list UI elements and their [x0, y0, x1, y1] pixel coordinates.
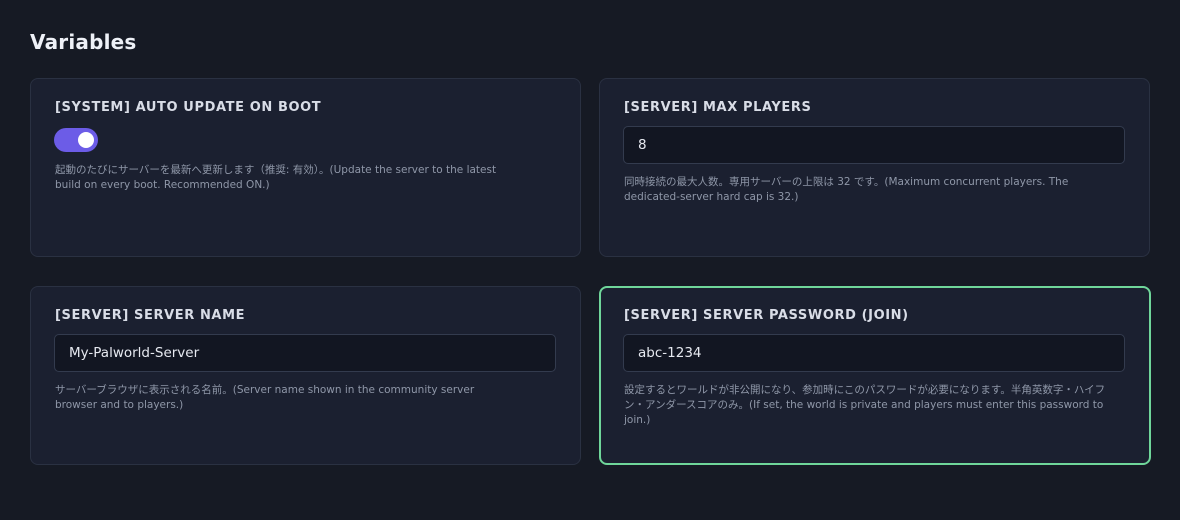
variable-label: [SERVER] SERVER NAME [55, 308, 246, 323]
server-password-input[interactable]: abc-1234 [623, 334, 1125, 372]
variable-card-max-players: [SERVER] MAX PLAYERS 8 同時接続の最大人数。専用サーバーの… [599, 78, 1150, 257]
variable-label: [SERVER] MAX PLAYERS [624, 100, 812, 115]
variable-description: 同時接続の最大人数。専用サーバーの上限は 32 です。(Maximum conc… [624, 176, 1069, 203]
server-name-input[interactable]: My-Palworld-Server [54, 334, 556, 372]
variable-card-server-password: [SERVER] SERVER PASSWORD (JOIN) abc-1234… [599, 286, 1151, 465]
variable-label: [SERVER] SERVER PASSWORD (JOIN) [624, 308, 909, 323]
variable-description: サーバーブラウザに表示される名前。(Server name shown in t… [55, 384, 475, 411]
auto-update-toggle[interactable] [54, 128, 98, 152]
max-players-input[interactable]: 8 [623, 126, 1125, 164]
toggle-knob [78, 132, 94, 148]
variable-description: 設定するとワールドが非公開になり、参加時にこのパスワードが必要になります。半角英… [624, 384, 1106, 426]
variable-card-server-name: [SERVER] SERVER NAME My-Palworld-Server … [30, 286, 581, 465]
variable-label: [SYSTEM] AUTO UPDATE ON BOOT [55, 100, 322, 115]
variable-card-auto-update: [SYSTEM] AUTO UPDATE ON BOOT 起動のたびにサーバーを… [30, 78, 581, 257]
variable-description: 起動のたびにサーバーを最新へ更新します（推奨: 有効）。(Update the … [55, 164, 497, 191]
page-title: Variables [30, 30, 137, 54]
